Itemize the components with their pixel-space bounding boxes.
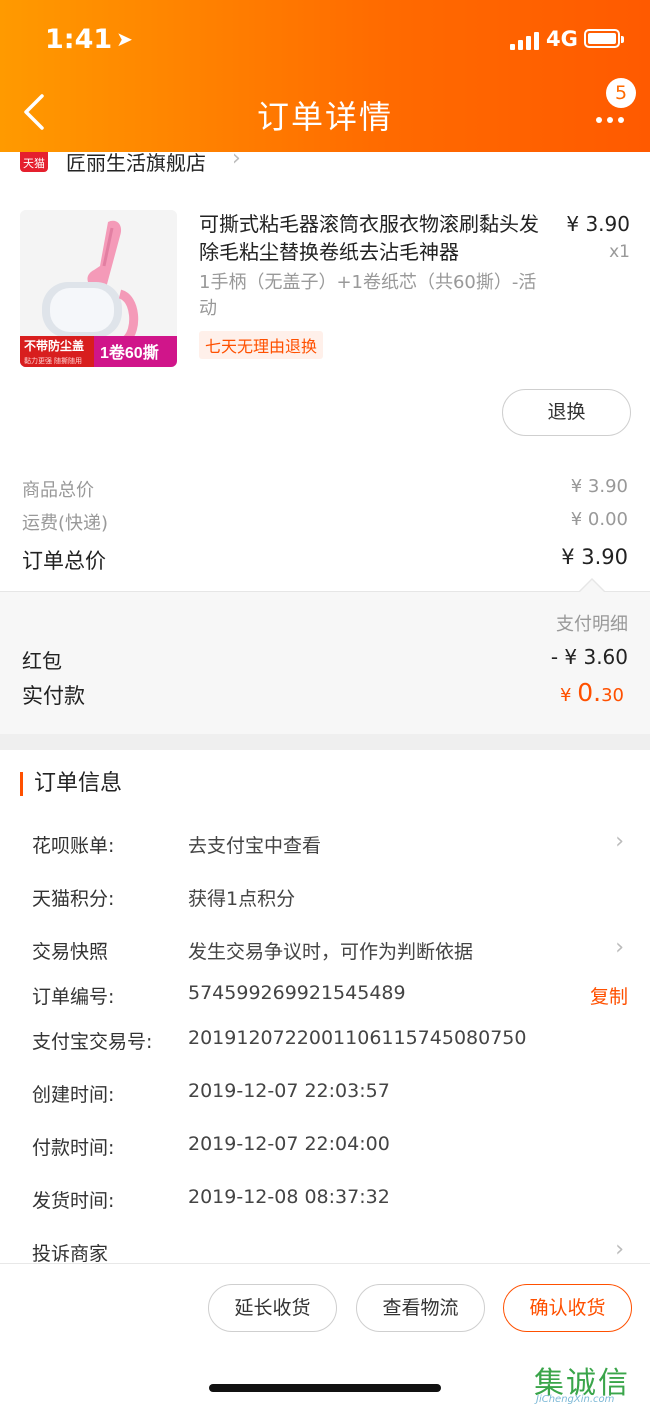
info-label: 付款时间:: [32, 1137, 115, 1159]
redpack-value: - ¥ 3.60: [550, 645, 628, 669]
chevron-right-icon: ›: [615, 829, 624, 854]
order-info-title: 订单信息: [20, 772, 122, 796]
info-value: 2019-12-07 22:03:57: [188, 1080, 390, 1102]
info-label: 支付宝交易号:: [32, 1031, 153, 1053]
product-title[interactable]: 可撕式粘毛器滚筒衣服衣物滚刷黏头发除毛粘尘替换卷纸去沾毛神器: [199, 210, 549, 266]
info-label: 投诉商家: [32, 1243, 109, 1265]
created-time-row: 创建时间: 2019-12-07 22:03:57: [0, 1080, 650, 1116]
extend-receipt-button[interactable]: 延长收货: [208, 1284, 337, 1332]
more-dots-icon: [596, 112, 629, 126]
return-policy-tag: 七天无理由退换: [199, 331, 324, 359]
home-indicator: [209, 1384, 441, 1392]
page-title: 订单详情: [256, 98, 393, 136]
actual-dec: 30: [601, 685, 624, 706]
info-label: 交易快照: [32, 941, 109, 963]
refund-button[interactable]: 退换: [502, 389, 631, 436]
status-time-text: 1:41: [45, 24, 113, 55]
info-label: 花呗账单:: [32, 835, 115, 857]
status-time: 1:41 ➤: [45, 24, 133, 55]
copy-order-number-button[interactable]: 复制: [590, 982, 628, 1009]
shop-row[interactable]: 天猫 匠丽生活旗舰店 ›: [0, 152, 650, 182]
info-label: 订单编号:: [32, 986, 115, 1008]
redpack-label: 红包: [22, 649, 62, 673]
image-banner-right: 1卷60撕: [100, 343, 159, 362]
info-value: 获得1点积分: [188, 888, 296, 910]
header-bar: 1:41 ➤ 4G 订单详情 5: [0, 0, 650, 152]
order-number-value: 574599269921545489: [188, 982, 406, 1004]
payment-detail-title: 支付明细: [556, 614, 628, 635]
confirm-receipt-button[interactable]: 确认收货: [503, 1284, 632, 1332]
message-count-badge: 5: [606, 78, 636, 108]
shop-name: 匠丽生活旗舰店: [66, 152, 206, 175]
watermark: 集诚信 JiChengXin.com: [534, 1358, 650, 1406]
info-value: 2019-12-08 08:37:32: [188, 1186, 390, 1208]
view-logistics-button[interactable]: 查看物流: [356, 1284, 485, 1332]
network-type: 4G: [546, 27, 578, 51]
info-value: 去支付宝中查看: [188, 835, 322, 857]
image-banner-left-sub: 黏力更强 随撕随用: [24, 356, 82, 365]
info-label: 天猫积分:: [32, 888, 115, 910]
huabei-row[interactable]: 花呗账单: 去支付宝中查看 ›: [0, 829, 650, 867]
order-total-label: 订单总价: [22, 549, 106, 573]
product-sku: 1手柄（无盖子）+1卷纸芯（共60撕）-活动: [199, 272, 537, 319]
chevron-right-icon: ›: [615, 935, 624, 960]
watermark-sub: JiChengXin.com: [536, 1394, 615, 1405]
product-quantity: x1: [609, 242, 630, 262]
order-total-value: ¥ 3.90: [561, 545, 628, 569]
info-label: 创建时间:: [32, 1084, 115, 1106]
product-price: ¥ 3.90: [566, 212, 630, 236]
pointer-arrow: [580, 580, 604, 592]
tmall-logo: 天猫: [20, 152, 48, 172]
tmall-points-row: 天猫积分: 获得1点积分: [0, 884, 650, 920]
info-value: 发生交易争议时，可作为判断依据: [188, 941, 474, 963]
signal-icon: [510, 30, 542, 50]
actual-currency: ¥: [560, 685, 572, 706]
info-value: 2019-12-07 22:04:00: [188, 1133, 390, 1155]
shipping-label: 运费(快递): [22, 513, 109, 534]
section-divider: [0, 734, 650, 750]
location-icon: ➤: [116, 27, 133, 51]
order-number-row: 订单编号: 574599269921545489 复制: [0, 982, 650, 1018]
goods-total-value: ¥ 3.90: [570, 476, 628, 497]
paid-time-row: 付款时间: 2019-12-07 22:04:00: [0, 1133, 650, 1169]
snapshot-row[interactable]: 交易快照 发生交易争议时，可作为判断依据 ›: [0, 935, 650, 973]
image-banner-left: 不带防尘盖: [24, 338, 84, 353]
chevron-right-icon: ›: [232, 152, 241, 171]
shipping-value: ¥ 0.00: [570, 509, 628, 530]
actual-paid-label: 实付款: [22, 684, 85, 708]
info-label: 发货时间:: [32, 1190, 115, 1212]
actual-int: 0.: [577, 678, 602, 707]
lint-roller-image: 不带防尘盖 黏力更强 随撕随用 1卷60撕: [20, 210, 177, 367]
alipay-trade-row: 支付宝交易号: 2019120722001106115745080750: [0, 1027, 650, 1063]
actual-paid-value: ¥ 0.30: [560, 678, 624, 707]
battery-icon: [584, 29, 624, 48]
product-image[interactable]: 不带防尘盖 黏力更强 随撕随用 1卷60撕: [20, 210, 177, 367]
shipped-time-row: 发货时间: 2019-12-08 08:37:32: [0, 1186, 650, 1222]
info-value: 2019120722001106115745080750: [188, 1027, 527, 1049]
chevron-right-icon: ›: [615, 1237, 624, 1262]
goods-total-label: 商品总价: [22, 480, 94, 501]
